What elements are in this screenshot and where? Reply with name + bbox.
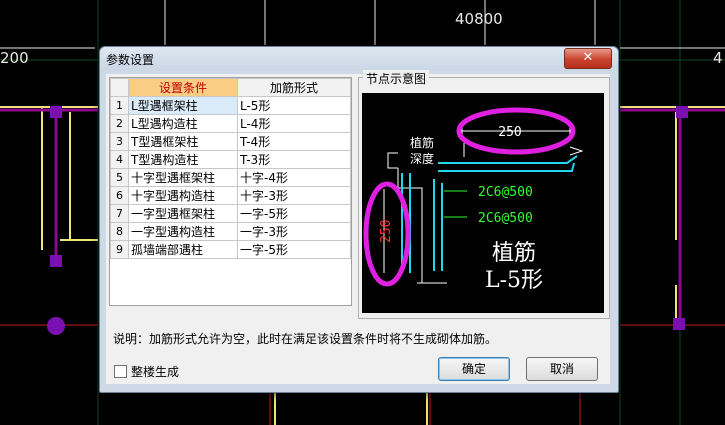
row-number: 3: [110, 132, 129, 151]
parameter-settings-dialog: 参数设置 ✕ 设置条件 加筋形式 1 L型遇框架柱 L-5形 2 L型遇构造柱 …: [99, 46, 619, 393]
row-number: 1: [110, 96, 129, 115]
row-number: 9: [110, 240, 129, 259]
anchor-label-2: 深度: [410, 151, 434, 166]
rebar-spec-1: 2C6@500: [478, 185, 533, 200]
column-header-condition[interactable]: 设置条件: [128, 78, 238, 97]
dialog-titlebar[interactable]: 参数设置 ✕: [100, 47, 618, 71]
condition-grid[interactable]: 设置条件 加筋形式 1 L型遇框架柱 L-5形 2 L型遇构造柱 L-4形 3 …: [109, 77, 352, 306]
diagram-title-2: L-5形: [485, 268, 543, 293]
row-number-header: [110, 78, 129, 97]
condition-cell[interactable]: T型遇构造柱: [128, 150, 238, 169]
row-number: 2: [110, 114, 129, 133]
condition-table: 设置条件 加筋形式 1 L型遇框架柱 L-5形 2 L型遇构造柱 L-4形 3 …: [110, 78, 351, 259]
anchor-label-1: 植筋: [410, 135, 434, 150]
table-row[interactable]: 4 T型遇构造柱 T-3形: [110, 150, 351, 169]
condition-cell[interactable]: 十字型遇构造柱: [128, 186, 238, 205]
form-cell[interactable]: T-4形: [237, 132, 351, 151]
close-icon: ✕: [582, 50, 594, 65]
dialog-title: 参数设置: [106, 53, 155, 67]
preview-caption: 节点示意图: [363, 70, 430, 87]
row-number: 6: [110, 186, 129, 205]
row-number: 4: [110, 150, 129, 169]
checkbox-label: 整楼生成: [131, 365, 180, 379]
form-cell[interactable]: 十字-4形: [237, 168, 351, 187]
dimension-top-label: 40800: [455, 10, 503, 28]
form-cell[interactable]: L-5形: [237, 96, 351, 115]
dialog-client-area: 设置条件 加筋形式 1 L型遇框架柱 L-5形 2 L型遇构造柱 L-4形 3 …: [106, 70, 610, 384]
ok-button[interactable]: 确定: [438, 357, 510, 381]
form-cell[interactable]: 一字-3形: [237, 222, 351, 241]
close-button[interactable]: ✕: [564, 48, 612, 69]
column-header-form[interactable]: 加筋形式: [237, 78, 351, 97]
row-number: 7: [110, 204, 129, 223]
table-row[interactable]: 6 十字型遇构造柱 十字-3形: [110, 186, 351, 205]
node-preview-image: 250 植筋 深度 250 2C6@500 2C6@500 植筋 L-5形: [362, 93, 604, 313]
form-cell[interactable]: 十字-3形: [237, 186, 351, 205]
condition-cell[interactable]: 一字型遇构造柱: [128, 222, 238, 241]
condition-cell[interactable]: 十字型遇框架柱: [128, 168, 238, 187]
table-row[interactable]: 2 L型遇构造柱 L-4形: [110, 114, 351, 133]
condition-cell[interactable]: L型遇框架柱: [128, 96, 238, 115]
table-row[interactable]: 5 十字型遇框架柱 十字-4形: [110, 168, 351, 187]
dim-top-text: 250: [498, 125, 521, 140]
table-header-row: 设置条件 加筋形式: [110, 78, 351, 97]
form-cell[interactable]: 一字-5形: [237, 240, 351, 259]
table-row[interactable]: 7 一字型遇框架柱 一字-5形: [110, 204, 351, 223]
table-row[interactable]: 3 T型遇框架柱 T-4形: [110, 132, 351, 151]
dim-side-text: 250: [379, 220, 394, 243]
explanation-note: 说明：加筋形式允许为空，此时在满足该设置条件时将不生成砌体加筋。: [113, 332, 498, 346]
condition-cell[interactable]: T型遇框架柱: [128, 132, 238, 151]
whole-building-checkbox[interactable]: 整楼生成: [114, 363, 179, 380]
condition-cell[interactable]: 孤墙端部遇柱: [128, 240, 238, 259]
table-row[interactable]: 9 孤墙端部遇柱 一字-5形: [110, 240, 351, 259]
table-row[interactable]: 1 L型遇框架柱 L-5形: [110, 96, 351, 115]
condition-cell[interactable]: L型遇构造柱: [128, 114, 238, 133]
form-cell[interactable]: 一字-5形: [237, 204, 351, 223]
dimension-left-label: 200: [0, 49, 29, 67]
diagram-title-1: 植筋: [492, 241, 536, 266]
row-number: 5: [110, 168, 129, 187]
condition-cell[interactable]: 一字型遇框架柱: [128, 204, 238, 223]
dimension-right-label: 4: [713, 49, 723, 67]
row-number: 8: [110, 222, 129, 241]
node-diagram: 250 植筋 深度 250 2C6@500 2C6@500 植筋 L-5形: [363, 107, 584, 293]
form-cell[interactable]: T-3形: [237, 150, 351, 169]
cancel-button[interactable]: 取消: [526, 357, 598, 381]
rebar-spec-2: 2C6@500: [478, 211, 533, 226]
checkbox-box[interactable]: [114, 365, 127, 378]
table-row[interactable]: 8 一字型遇构造柱 一字-3形: [110, 222, 351, 241]
form-cell[interactable]: L-4形: [237, 114, 351, 133]
